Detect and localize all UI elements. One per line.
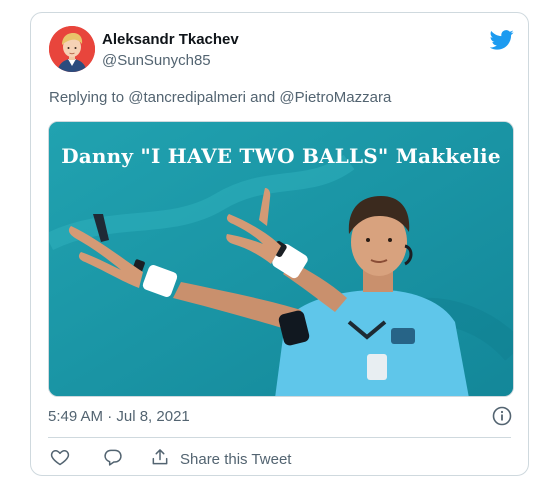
media-caption-title: Danny "I HAVE TWO BALLS" Makkelie — [61, 144, 501, 168]
reply-bubble-icon — [103, 447, 123, 472]
info-icon[interactable] — [492, 406, 512, 426]
actions-divider — [48, 437, 511, 438]
tweet-card: Aleksandr Tkachev @SunSunych85 Replying … — [30, 12, 529, 476]
author-display-name[interactable]: Aleksandr Tkachev — [102, 31, 239, 48]
replying-to-joiner: and — [246, 89, 280, 106]
author-handle[interactable]: @SunSunych85 — [102, 52, 211, 69]
avatar-illustration — [49, 26, 95, 72]
share-label: Share this Tweet — [180, 450, 292, 468]
share-icon — [150, 447, 170, 472]
reply-button[interactable] — [103, 448, 123, 470]
tweet-timestamp[interactable]: 5:49 AM · Jul 8, 2021 — [48, 408, 190, 425]
heart-icon — [50, 447, 70, 472]
replying-to-line: Replying to @tancredipalmeri and @Pietro… — [49, 89, 391, 106]
share-button[interactable]: Share this Tweet — [150, 448, 291, 470]
replying-to-prefix: Replying to — [49, 89, 129, 106]
tweet-actions-bar: Share this Tweet — [48, 446, 518, 472]
tweet-media-image[interactable]: Danny "I HAVE TWO BALLS" Makkelie — [48, 121, 514, 397]
mention-link[interactable]: @tancredipalmeri — [128, 89, 246, 106]
mention-link[interactable]: @PietroMazzara — [279, 89, 391, 106]
twitter-bird-icon[interactable] — [489, 29, 514, 51]
like-button[interactable] — [50, 448, 70, 470]
author-avatar[interactable] — [49, 26, 95, 72]
